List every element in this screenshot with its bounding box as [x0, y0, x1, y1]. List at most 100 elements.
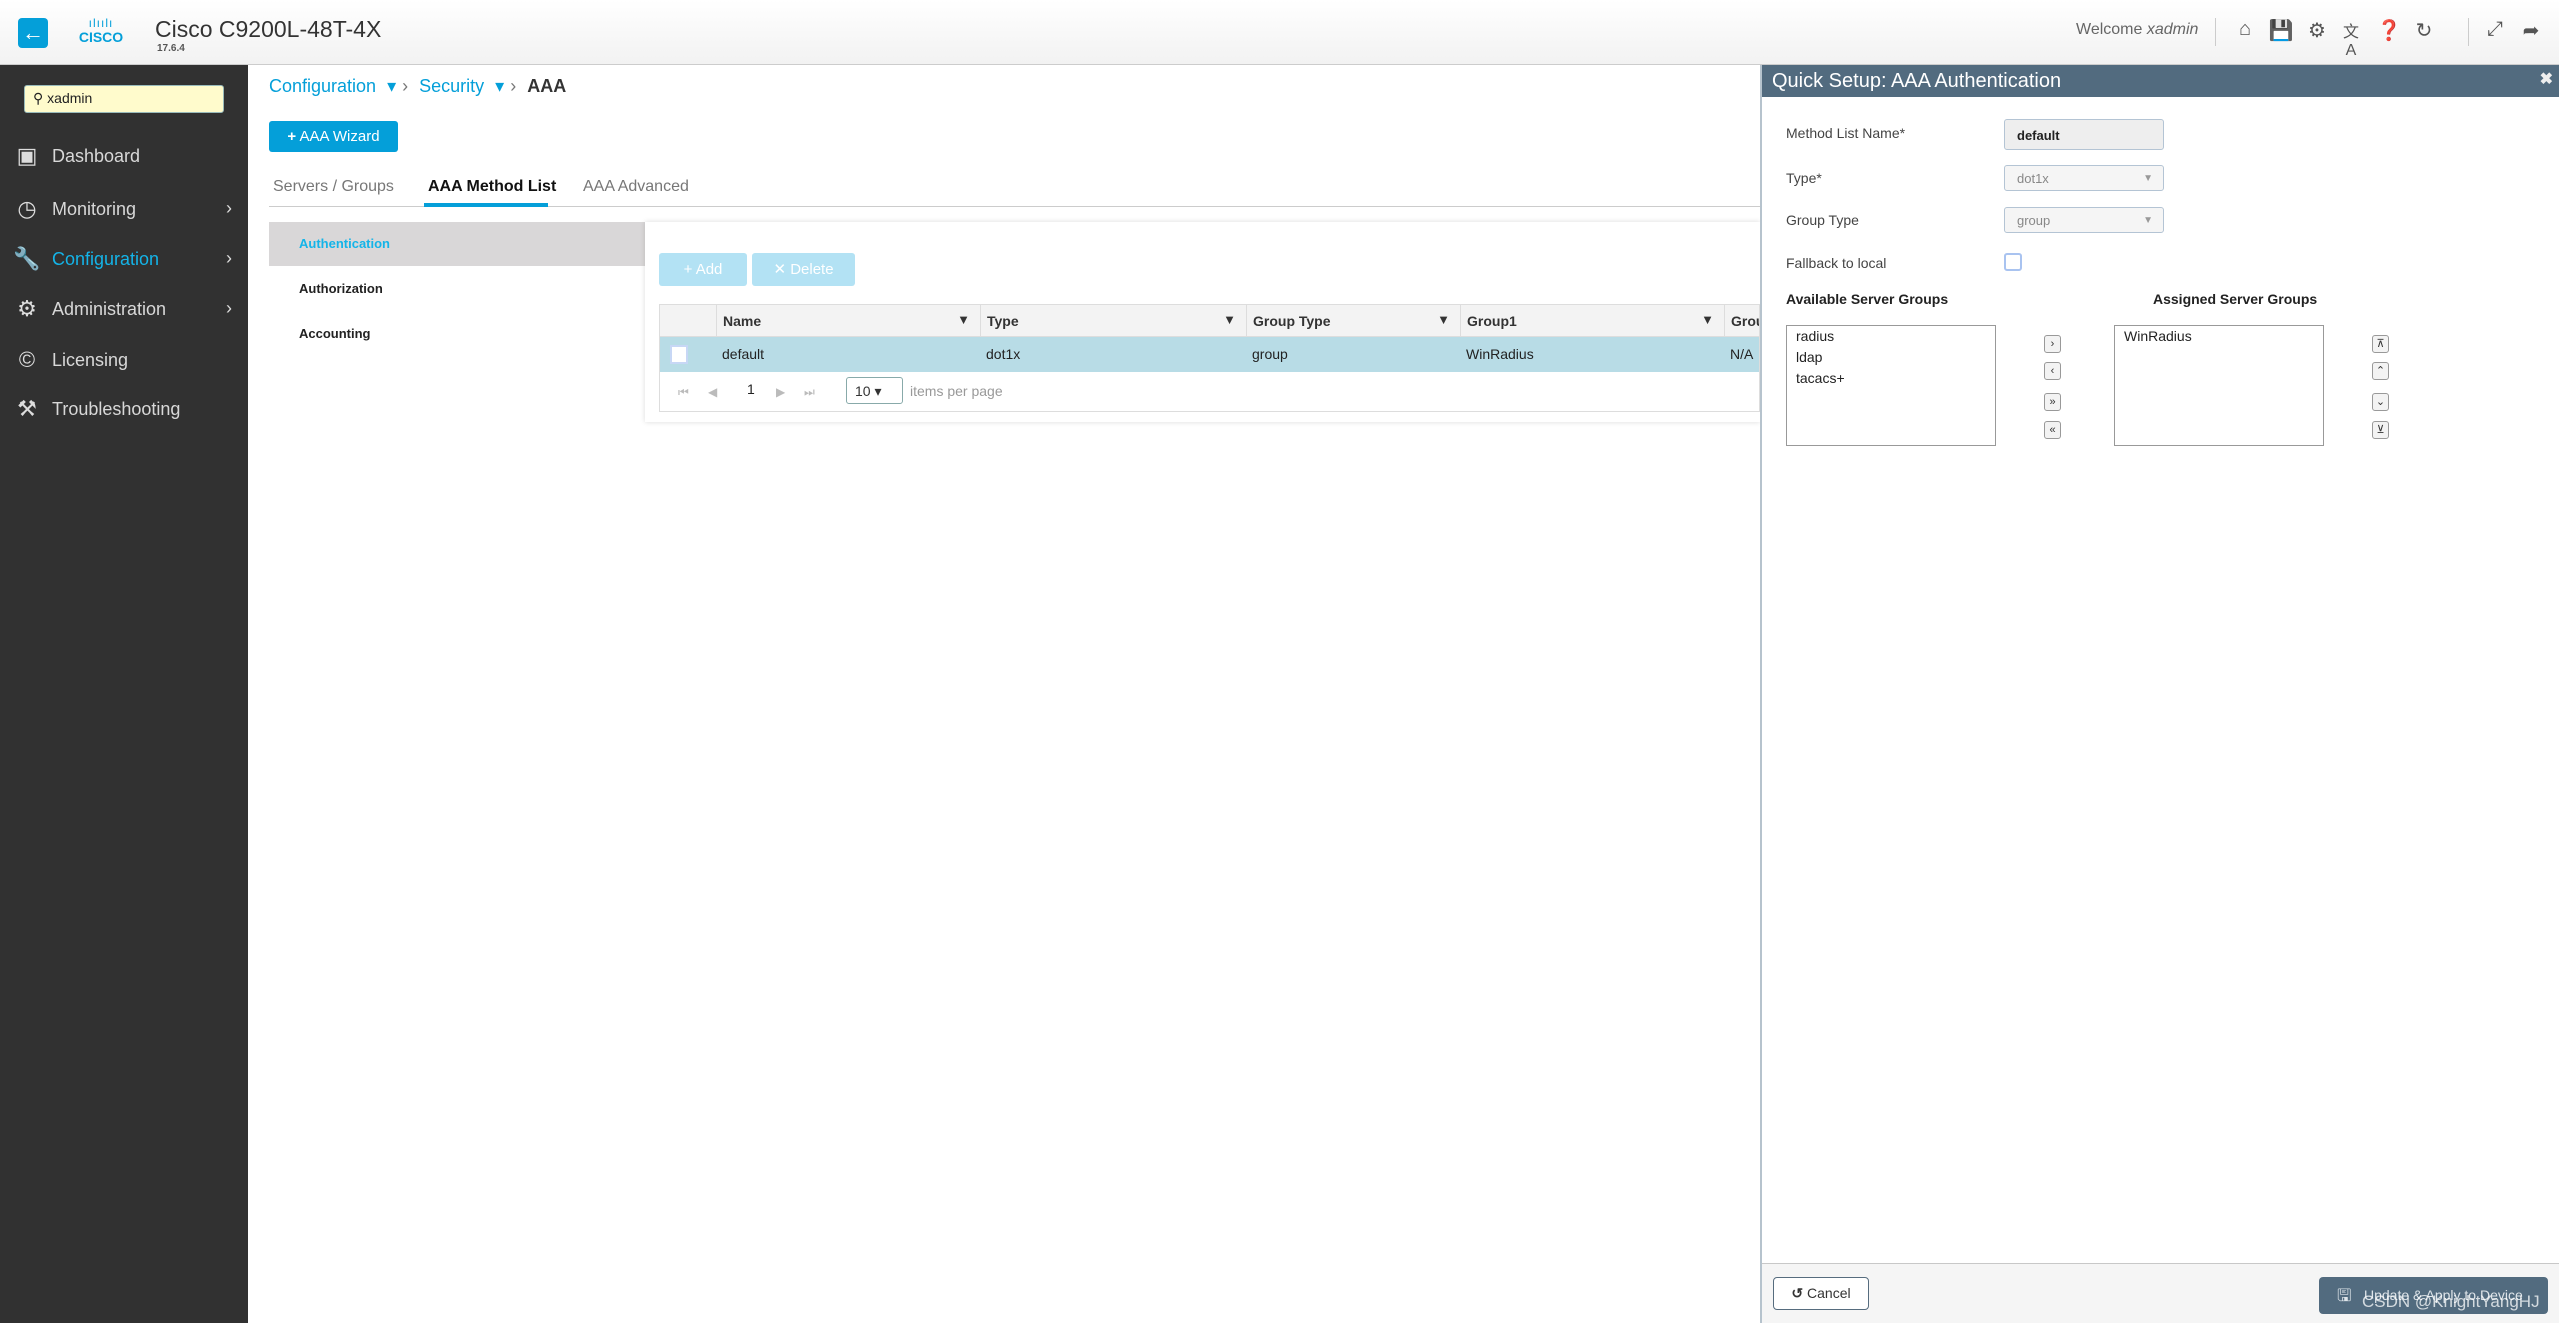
filter-icon[interactable]: ▼: [1701, 312, 1714, 327]
column-type[interactable]: Type ▼: [980, 305, 1246, 337]
filter-icon[interactable]: ▼: [957, 312, 970, 327]
column-group2[interactable]: Grou: [1724, 305, 1759, 337]
next-page-icon[interactable]: ▶: [776, 385, 785, 399]
tools-icon: ⚒: [17, 396, 37, 421]
tab-aaa-advanced[interactable]: AAA Advanced: [583, 178, 689, 196]
list-item[interactable]: tacacs+: [1796, 370, 1845, 386]
column-name[interactable]: Name ▼: [716, 305, 980, 337]
welcome-text: Welcome xadmin: [2076, 21, 2199, 38]
move-all-right-button[interactable]: »: [2044, 393, 2061, 411]
cisco-logo: ılıılı CISCO: [78, 16, 124, 45]
column-group-type[interactable]: Group Type ▼: [1246, 305, 1460, 337]
help-icon[interactable]: ❓: [2376, 18, 2402, 43]
active-tab-indicator: [424, 203, 548, 207]
move-bottom-button[interactable]: ⊻: [2372, 421, 2389, 439]
subnav-authentication[interactable]: Authentication: [269, 222, 645, 266]
available-groups-list[interactable]: radius ldap tacacs+: [1786, 325, 1996, 446]
cell-group-type: group: [1252, 346, 1288, 362]
gauge-icon: ◷: [17, 196, 37, 221]
chevron-right-icon: ›: [226, 198, 232, 218]
assigned-groups-label: Assigned Server Groups: [2153, 291, 2318, 307]
aaa-wizard-button[interactable]: + AAA Wizard: [269, 121, 398, 152]
sidebar-item-dashboard[interactable]: ▣ Dashboard: [0, 137, 248, 177]
watermark: CSDN @KnightYangHJ: [2362, 1292, 2540, 1311]
breadcrumb-security[interactable]: Security ▾: [419, 76, 504, 96]
sidebar-item-troubleshooting[interactable]: ⚒ Troubleshooting: [0, 390, 248, 430]
drawer-footer: ↺ Cancel 🖫 Update & Apply to Device CSDN …: [1762, 1263, 2559, 1323]
breadcrumb: Configuration ▾ › Security ▾ › AAA: [269, 76, 567, 96]
prev-page-icon[interactable]: ◀: [708, 385, 717, 399]
per-page-label: items per page: [910, 383, 1003, 399]
search-input[interactable]: ⚲ xadmin: [24, 85, 224, 113]
back-arrow-icon[interactable]: ←: [18, 18, 48, 48]
chevron-right-icon: ›: [226, 248, 232, 268]
tab-aaa-method-list[interactable]: AAA Method List: [428, 178, 556, 196]
available-groups-label: Available Server Groups: [1786, 291, 1949, 307]
current-page[interactable]: 1: [747, 381, 755, 397]
cell-name: default: [722, 346, 765, 362]
move-all-left-button[interactable]: «: [2044, 421, 2061, 439]
add-button[interactable]: + Add: [659, 253, 747, 286]
per-page-select[interactable]: 10 ▾: [846, 377, 903, 404]
cell-type: dot1x: [986, 346, 1021, 362]
tab-servers-groups[interactable]: Servers / Groups: [273, 178, 394, 196]
fallback-label: Fallback to local: [1786, 255, 1887, 271]
save-icon[interactable]: 💾: [2268, 18, 2294, 43]
wrench-icon: 🔧: [13, 246, 41, 271]
sidebar-item-administration[interactable]: ⚙ Administration ›: [0, 290, 248, 330]
move-top-button[interactable]: ⊼: [2372, 335, 2389, 353]
gear-icon[interactable]: ⚙: [2304, 18, 2330, 43]
move-down-button[interactable]: ⌄: [2372, 393, 2389, 411]
logout-icon[interactable]: ➦: [2518, 18, 2544, 43]
move-left-button[interactable]: ‹: [2044, 362, 2061, 380]
group-type-label: Group Type: [1786, 212, 1859, 228]
assigned-groups-list[interactable]: WinRadius: [2114, 325, 2324, 446]
subnav-accounting[interactable]: Accounting: [269, 312, 645, 356]
top-header: ← ılıılı CISCO Cisco C9200L-48T-4X 17.6.4…: [0, 0, 2559, 65]
device-title: Cisco C9200L-48T-4X: [155, 16, 382, 42]
dashboard-icon: ▣: [16, 143, 38, 168]
move-up-button[interactable]: ⌃: [2372, 362, 2389, 380]
list-item[interactable]: radius: [1796, 328, 1834, 344]
type-select[interactable]: dot1x ▼: [2004, 165, 2164, 191]
gear-icon: ⚙: [17, 296, 37, 321]
column-group1[interactable]: Group1 ▼: [1460, 305, 1724, 337]
refresh-icon[interactable]: ↻: [2411, 18, 2437, 43]
expand-icon[interactable]: ⤢: [2482, 18, 2508, 41]
row-checkbox[interactable]: [670, 345, 688, 364]
language-icon[interactable]: 文A: [2338, 18, 2364, 60]
move-right-button[interactable]: ›: [2044, 335, 2061, 353]
list-item[interactable]: WinRadius: [2124, 328, 2192, 344]
save-icon: 🖫: [2337, 1286, 2352, 1305]
fallback-checkbox[interactable]: [2004, 253, 2022, 271]
breadcrumb-configuration[interactable]: Configuration ▾: [269, 76, 396, 96]
cell-group1: WinRadius: [1466, 346, 1534, 362]
filter-icon[interactable]: ▼: [1437, 312, 1450, 327]
group-type-select[interactable]: group ▼: [2004, 207, 2164, 233]
close-icon[interactable]: ✖: [2540, 69, 2553, 89]
table-header: Name▼ Type▼ Group Type▼ Group1▼ Grou: [660, 305, 1759, 337]
sidebar-item-monitoring[interactable]: ◷ Monitoring ›: [0, 190, 248, 230]
quick-setup-drawer: Quick Setup: AAA Authentication ✖ Method…: [1760, 65, 2559, 1323]
dropdown-arrow-icon: ▼: [2143, 215, 2153, 226]
sidebar-item-configuration[interactable]: 🔧 Configuration ›: [0, 240, 248, 280]
type-label: Type*: [1786, 170, 1822, 186]
method-list-table: Name▼ Type▼ Group Type▼ Group1▼ Grou def…: [659, 304, 1760, 412]
table-row[interactable]: default dot1x group WinRadius N/A: [660, 337, 1759, 372]
first-page-icon[interactable]: ⏮: [678, 385, 689, 400]
list-item[interactable]: ldap: [1796, 349, 1822, 365]
home-icon[interactable]: ⌂: [2232, 18, 2258, 41]
cancel-button[interactable]: ↺ Cancel: [1773, 1277, 1869, 1310]
sidebar-item-licensing[interactable]: © Licensing: [0, 341, 248, 381]
breadcrumb-current: AAA: [527, 76, 567, 96]
method-list-name-input[interactable]: default: [2004, 119, 2164, 150]
subnav-authorization[interactable]: Authorization: [269, 267, 645, 311]
undo-icon: ↺: [1791, 1285, 1804, 1301]
method-list-name-label: Method List Name*: [1786, 125, 1906, 141]
delete-button[interactable]: ✕ Delete: [752, 253, 855, 286]
filter-icon[interactable]: ▼: [1223, 312, 1236, 327]
drawer-header: Quick Setup: AAA Authentication ✖: [1762, 65, 2559, 97]
drawer-title: Quick Setup: AAA Authentication: [1772, 70, 2062, 92]
version: 17.6.4: [157, 43, 185, 54]
last-page-icon[interactable]: ⏭: [804, 385, 815, 400]
